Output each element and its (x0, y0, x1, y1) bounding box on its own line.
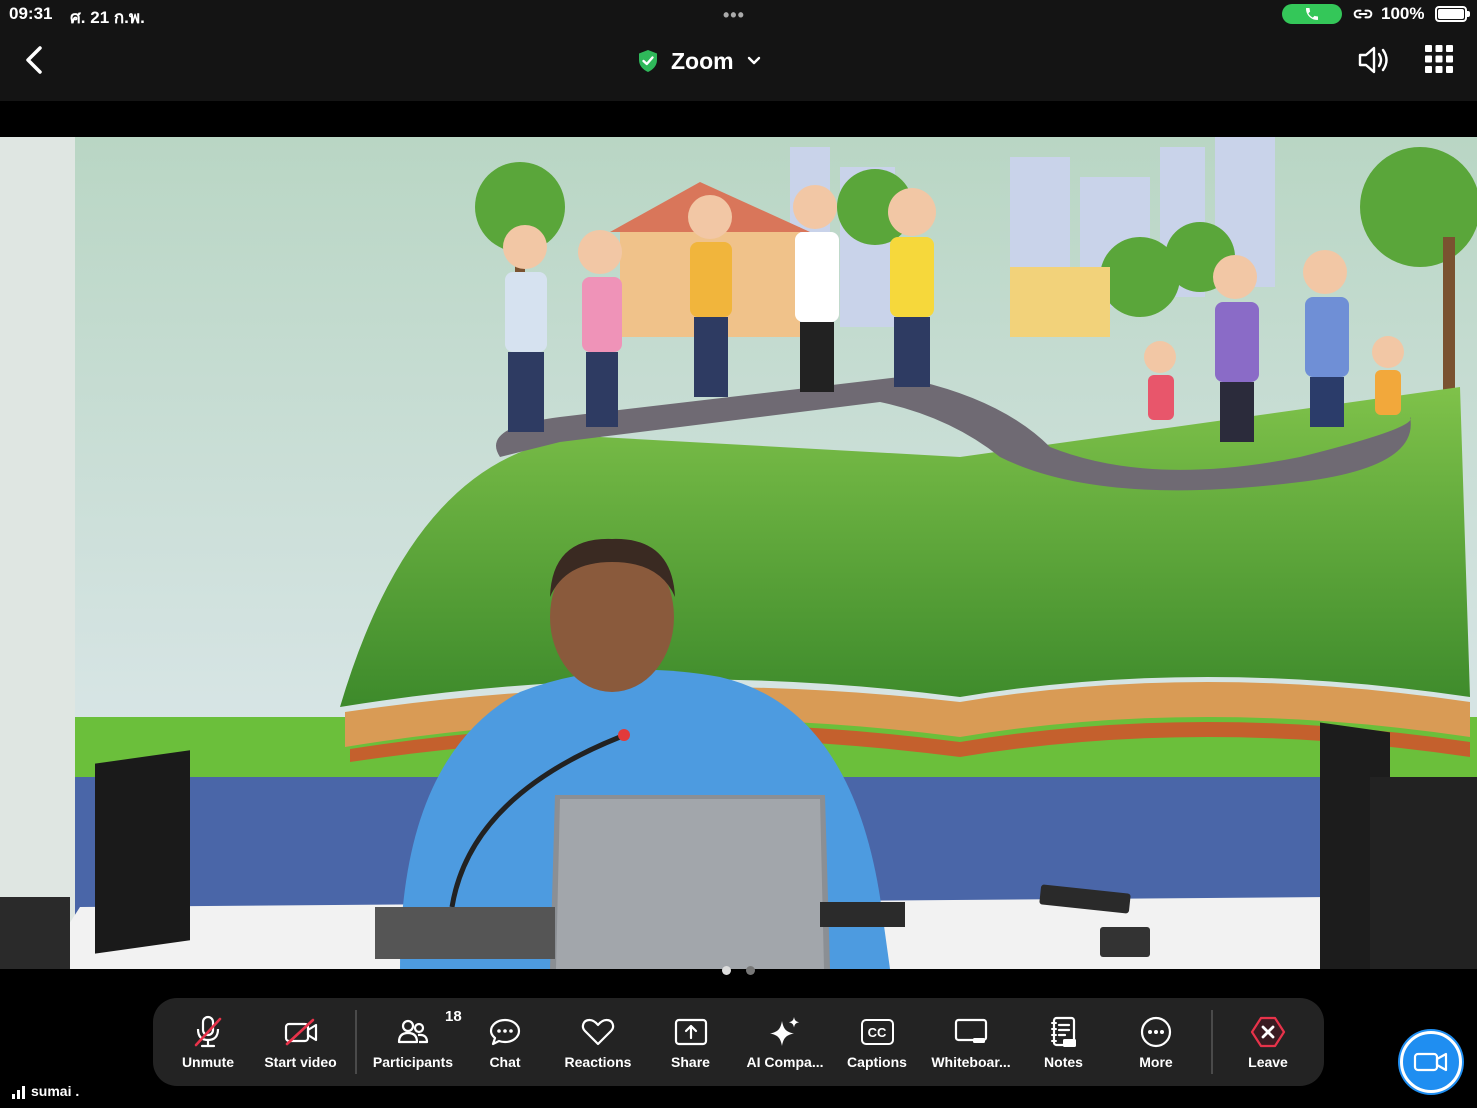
participants-icon (397, 1019, 429, 1044)
leave-icon (1250, 1016, 1286, 1048)
leave-label: Leave (1248, 1054, 1288, 1070)
signal-bars-icon (12, 1086, 25, 1099)
battery-percent: 100% (1381, 4, 1425, 23)
camera-floating-button[interactable] (1400, 1031, 1462, 1093)
battery-icon (1435, 6, 1470, 22)
ai-companion-label: AI Compa... (746, 1054, 824, 1070)
cc-icon: CC (860, 1019, 894, 1045)
meeting-title: Zoom (671, 47, 734, 74)
unmute-label: Unmute (181, 1054, 235, 1070)
meeting-title-button[interactable]: Zoom (637, 44, 762, 78)
heart-icon (581, 1018, 615, 1046)
more-label: More (1139, 1054, 1173, 1070)
start-video-button[interactable]: Start video (259, 998, 342, 1086)
more-icon (1140, 1016, 1172, 1048)
whiteboard-button[interactable]: Whiteboar... (925, 998, 1017, 1086)
active-call-pill[interactable] (1282, 4, 1342, 24)
notes-label: Notes (1044, 1054, 1083, 1070)
link-icon (1353, 9, 1373, 19)
status-date: ศ. 21 ก.พ. (70, 8, 145, 27)
chevron-left-icon[interactable] (18, 42, 54, 78)
multitasking-dots[interactable]: ••• (723, 5, 745, 26)
leave-button[interactable]: Leave (1238, 998, 1298, 1086)
chat-label: Chat (489, 1054, 521, 1070)
participants-label: Participants (372, 1054, 454, 1070)
page-indicator[interactable] (0, 966, 1477, 980)
sparkle-icon (770, 1017, 799, 1046)
notes-button[interactable]: Notes (1031, 998, 1096, 1086)
share-label: Share (671, 1054, 710, 1070)
video-feed[interactable] (0, 137, 1477, 969)
network-indicator: sumai . (12, 1083, 79, 1099)
chat-button[interactable]: Chat (471, 998, 539, 1086)
status-bar: 09:31 ศ. 21 ก.พ. ••• 100% (0, 0, 1477, 28)
camera-icon (1413, 1052, 1448, 1072)
status-time: 09:31 (9, 4, 53, 23)
chat-icon (489, 1018, 521, 1046)
video-off-icon (284, 1018, 317, 1046)
share-button[interactable]: Share (658, 998, 723, 1086)
user-name: sumai . (31, 1083, 80, 1099)
video-frame-image (0, 137, 1477, 969)
phone-icon (1306, 8, 1318, 20)
participants-count-badge: 18 (445, 1008, 462, 1025)
notes-icon (1050, 1016, 1076, 1047)
captions-button[interactable]: CC Captions (843, 998, 911, 1086)
mic-muted-icon (194, 1015, 222, 1048)
shield-check-icon (639, 50, 657, 72)
reactions-label: Reactions (564, 1054, 632, 1070)
meeting-header: Zoom (0, 28, 1477, 101)
toolbar-divider (1211, 1010, 1213, 1074)
toolbar-divider (355, 1010, 357, 1074)
page-dot-2[interactable] (746, 966, 755, 975)
more-button[interactable]: More (1125, 998, 1187, 1086)
cc-icon-text: CC (867, 1024, 887, 1040)
whiteboard-label: Whiteboar... (931, 1054, 1011, 1070)
grid-icon[interactable] (1423, 43, 1455, 75)
unmute-button[interactable]: Unmute (173, 998, 243, 1086)
reactions-button[interactable]: Reactions (558, 998, 638, 1086)
meeting-toolbar: Unmute Start video Participants 18 Chat … (153, 998, 1324, 1086)
chevron-down-icon (747, 56, 760, 65)
participants-button[interactable]: Participants 18 (368, 998, 462, 1086)
captions-label: Captions (847, 1054, 907, 1070)
whiteboard-icon (954, 1018, 988, 1043)
page-dot-1[interactable] (722, 966, 731, 975)
ai-companion-button[interactable]: AI Compa... (740, 998, 830, 1086)
share-icon (674, 1018, 707, 1046)
speaker-icon[interactable] (1355, 42, 1391, 78)
start-video-label: Start video (264, 1054, 337, 1070)
